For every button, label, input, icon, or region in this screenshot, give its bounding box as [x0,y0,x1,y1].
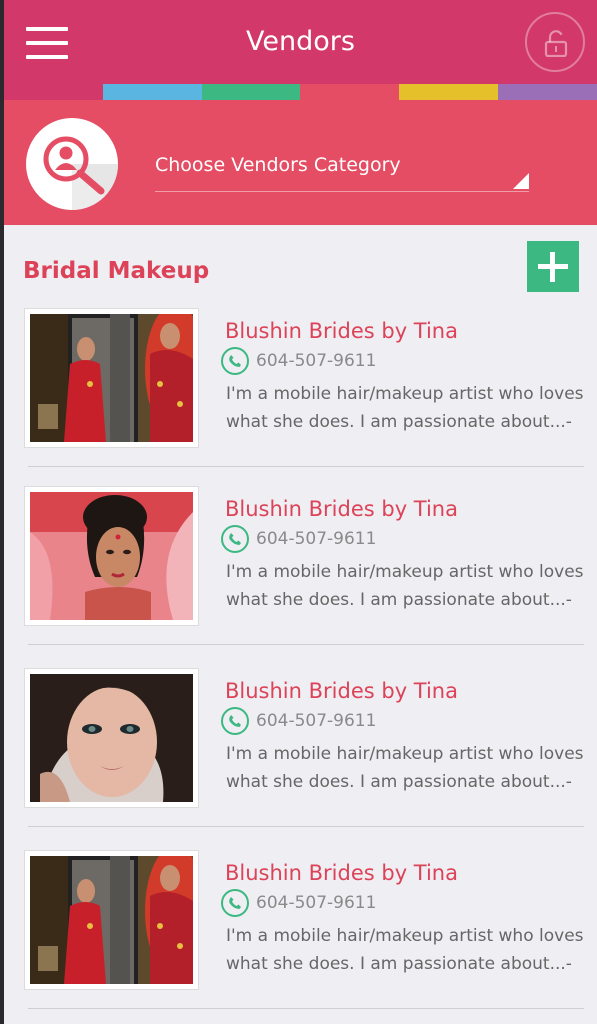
vendor-phone[interactable]: 604-507-9611 [256,351,376,371]
description-line: I'm a mobile hair/makeup artist who love… [226,384,584,404]
vendor-description: I'm a mobile hair/makeup artist who love… [226,922,586,978]
vendor-photo [24,308,199,448]
vendor-category-dropdown[interactable]: Choose Vendors Category [155,150,529,192]
strip-segment [102,84,202,100]
vendor-description: I'm a mobile hair/makeup artist who love… [226,558,586,614]
description-line: I'm a mobile hair/makeup artist who love… [226,744,584,764]
category-dropdown-label: Choose Vendors Category [155,154,401,176]
strip-segment [201,84,301,100]
divider [28,466,584,467]
vendor-phone[interactable]: 604-507-9611 [256,711,376,731]
description-line: I'm a mobile hair/makeup artist who love… [226,562,584,582]
phone-icon[interactable] [221,889,249,917]
top-app-bar: Vendors [4,0,597,84]
list-item[interactable]: Blushin Brides by Tina 604-507-9611 I'm … [4,842,597,1022]
description-line: what she does. I am passionate about...- [226,412,572,432]
vendor-phone[interactable]: 604-507-9611 [256,893,376,913]
section-title: Bridal Makeup [23,258,210,284]
vendor-name[interactable]: Blushin Brides by Tina [225,679,458,703]
phone-icon[interactable] [221,347,249,375]
strip-segment [300,84,400,100]
strip-segment [498,84,597,100]
list-item[interactable]: Blushin Brides by Tina 604-507-9611 I'm … [4,660,597,840]
description-line: what she does. I am passionate about...- [226,954,572,974]
divider [28,826,584,827]
phone-icon[interactable] [221,707,249,735]
vendor-name[interactable]: Blushin Brides by Tina [225,319,458,343]
description-line: what she does. I am passionate about...- [226,590,572,610]
user-search-icon [26,118,118,210]
vendors-screen: Vendors Choose Vendors Category Bridal M… [4,0,597,1024]
list-item[interactable]: Blushin Brides by Tina 604-507-9611 I'm … [4,478,597,658]
lock-icon[interactable] [525,12,585,72]
vendor-description: I'm a mobile hair/makeup artist who love… [226,380,586,436]
divider [28,644,584,645]
description-line: what she does. I am passionate about...- [226,772,572,792]
dropdown-arrow-icon [513,173,529,189]
add-vendor-button[interactable] [527,241,579,292]
divider [28,1008,584,1009]
strip-segment [4,84,103,100]
list-item[interactable]: Blushin Brides by Tina 604-507-9611 I'm … [4,300,597,480]
vendor-photo [24,486,199,626]
page-title: Vendors [246,26,355,57]
vendor-phone[interactable]: 604-507-9611 [256,529,376,549]
strip-segment [399,84,499,100]
vendor-photo [24,668,199,808]
vendor-photo [24,850,199,990]
vendor-description: I'm a mobile hair/makeup artist who love… [226,740,586,796]
phone-icon[interactable] [221,525,249,553]
category-panel: Choose Vendors Category [4,100,597,225]
color-strip [4,84,597,100]
vendor-name[interactable]: Blushin Brides by Tina [225,497,458,521]
description-line: I'm a mobile hair/makeup artist who love… [226,926,584,946]
vendor-name[interactable]: Blushin Brides by Tina [225,861,458,885]
